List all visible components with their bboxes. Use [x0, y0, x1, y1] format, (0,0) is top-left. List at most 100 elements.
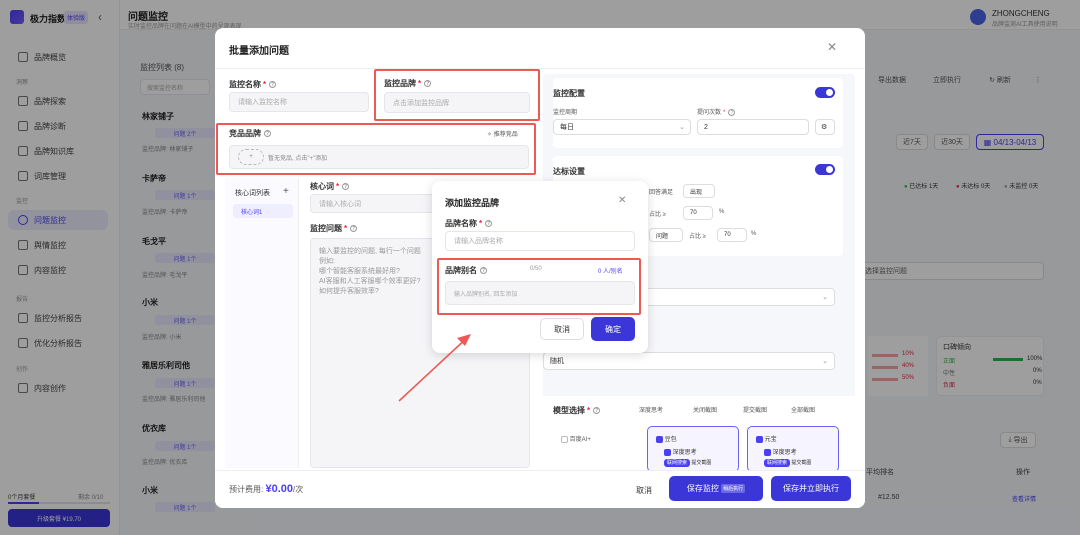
- feature-label: 提交截图: [791, 460, 812, 466]
- sparkle-icon: ✧: [487, 132, 494, 138]
- alias-hint: 0 人/别名: [598, 269, 623, 275]
- cycle-label: 监控周期: [553, 110, 578, 116]
- save-run-button[interactable]: 保存并立即执行: [771, 476, 851, 501]
- keyword-list-item[interactable]: 核心词1: [233, 204, 293, 218]
- checkbox-icon: [561, 435, 568, 443]
- percent-label: %: [719, 209, 725, 215]
- help-icon: ?: [424, 80, 432, 88]
- brand-alias-label: 品牌别名?: [445, 265, 487, 276]
- cost-value: ¥0.00: [265, 483, 293, 495]
- annotation-arrow-icon: [398, 334, 471, 402]
- dialog-title: 添加监控品牌: [445, 198, 500, 208]
- ratio-label: 占比 ≥: [649, 212, 666, 218]
- add-keyword-icon[interactable]: +: [283, 186, 289, 197]
- settings-gear-icon[interactable]: ⚙: [815, 119, 835, 135]
- dialog-cancel-button[interactable]: 取消: [540, 318, 584, 340]
- help-icon: ?: [342, 183, 350, 191]
- cost-unit: /次: [293, 485, 304, 494]
- label-text: 品牌名称: [445, 219, 477, 228]
- cost-estimate: 预计费用: ¥0.00/次: [229, 483, 303, 495]
- target-config-toggle[interactable]: [815, 164, 835, 175]
- model-option[interactable]: 关闭截图: [693, 405, 717, 414]
- model-baidu[interactable]: 百度AI+: [561, 434, 591, 443]
- model-option[interactable]: 深度思考: [639, 405, 663, 414]
- divider: [215, 68, 865, 69]
- alias-count: 0/50: [530, 266, 542, 272]
- feature-pill: 联网搜索: [664, 459, 691, 467]
- save-monitor-button[interactable]: 保存监控 稍后执行: [669, 476, 763, 501]
- model-label: 豆包: [664, 437, 677, 443]
- model-title: 模型选择 *?: [553, 406, 601, 415]
- arrow-line: [398, 335, 470, 402]
- chevron-down-icon: ⌄: [679, 124, 685, 131]
- model-option[interactable]: 提交截图: [743, 405, 767, 414]
- feature-label: 提交截图: [691, 460, 712, 466]
- keyword-list-title: 核心词列表: [235, 190, 270, 197]
- label-text: 品牌别名: [445, 266, 477, 275]
- modal-title: 批量添加问题: [229, 46, 289, 57]
- label-text: 模型选择: [553, 406, 585, 415]
- checkbox-checked-icon: [664, 448, 671, 456]
- checkbox-checked-icon: [756, 435, 763, 443]
- label-text: 监控名称: [229, 80, 261, 89]
- feature-pill: 联网搜索: [764, 459, 791, 467]
- monitor-name-label: 监控名称 *?: [229, 80, 277, 89]
- add-brand-dialog: 添加监控品牌 ✕ 品牌名称 *? 请输入品牌名称 品牌别名? 0/50 0 人/别…: [432, 181, 648, 353]
- save-label: 保存监控: [686, 484, 719, 493]
- random-value: 随机: [550, 358, 564, 365]
- target-config-title: 达标设置: [553, 167, 585, 176]
- keyword-input[interactable]: 请输入核心词: [310, 194, 435, 213]
- keyword-list-panel: 核心词列表 + 核心词1: [225, 178, 299, 468]
- competitor-input[interactable]: + 暂无竞品, 点击"+"添加: [229, 145, 529, 169]
- label-text: 监控问题: [310, 224, 342, 233]
- model-label: 元宝: [764, 437, 777, 443]
- close-icon[interactable]: ✕: [827, 40, 837, 54]
- help-icon: ?: [485, 220, 493, 228]
- model-option[interactable]: 全部截图: [791, 405, 815, 414]
- competitor-placeholder: 暂无竞品, 点击"+"添加: [268, 155, 328, 162]
- dialog-confirm-button[interactable]: 确定: [591, 317, 635, 341]
- help-icon: ?: [480, 267, 487, 275]
- label-text: 核心词: [310, 182, 334, 191]
- cycle-value: 每日: [560, 124, 574, 131]
- question-select[interactable]: 问题: [649, 228, 683, 242]
- recommend-label: 推荐竞品: [493, 132, 518, 138]
- percent-label: %: [751, 231, 757, 237]
- ratio-label: 占比 ≥: [689, 234, 706, 240]
- checkbox-checked-icon: [764, 448, 771, 456]
- close-icon[interactable]: ✕: [618, 195, 626, 206]
- brand-name-input[interactable]: 请输入品牌名称: [445, 231, 635, 251]
- monitor-name-input[interactable]: 请输入监控名称: [229, 92, 369, 112]
- ratio-input[interactable]: 70: [717, 228, 747, 242]
- cancel-button[interactable]: 取消: [621, 479, 667, 501]
- deep-think-label: 深度思考: [772, 450, 797, 456]
- count-input[interactable]: 2: [697, 119, 809, 135]
- count-label: 提问次数 *?: [697, 107, 736, 116]
- help-icon: ?: [593, 407, 601, 415]
- model-doubao-card[interactable]: 豆包 深度思考 联网搜索 提交截图: [647, 426, 739, 472]
- random-select[interactable]: 随机 ⌄: [543, 352, 835, 370]
- add-competitor-icon[interactable]: +: [238, 149, 264, 165]
- monitor-brand-label: 监控品牌 *?: [384, 79, 432, 88]
- help-icon: ?: [269, 81, 277, 89]
- recommend-competitor-button[interactable]: ✧ 推荐竞品: [487, 129, 518, 138]
- condition-select[interactable]: 出现: [683, 184, 715, 198]
- monitor-config-title: 监控配置: [553, 89, 585, 98]
- monitor-brand-input[interactable]: 点击添加监控品牌: [384, 92, 530, 113]
- monitor-config-toggle[interactable]: [815, 87, 835, 98]
- model-yuanbao-card[interactable]: 元宝 深度思考 联网搜索 提交截图: [747, 426, 839, 472]
- brand-alias-input[interactable]: 输入品牌别名, 回车添加: [445, 281, 635, 305]
- checkbox-checked-icon: [656, 435, 663, 443]
- help-icon: ?: [728, 108, 736, 116]
- label-text: 提问次数: [697, 110, 722, 116]
- help-icon: ?: [264, 130, 271, 138]
- help-icon: ?: [350, 225, 358, 233]
- keyword-label: 核心词 *?: [310, 182, 350, 191]
- competitor-label: 竞品品牌?: [229, 128, 271, 139]
- chevron-down-icon: ⌄: [822, 358, 828, 365]
- cost-label: 预计费用:: [229, 485, 264, 494]
- brand-name-label: 品牌名称 *?: [445, 219, 493, 228]
- cycle-select[interactable]: 每日 ⌄: [553, 119, 691, 135]
- save-tag: 稍后执行: [721, 484, 746, 493]
- ratio-input[interactable]: 70: [683, 206, 713, 220]
